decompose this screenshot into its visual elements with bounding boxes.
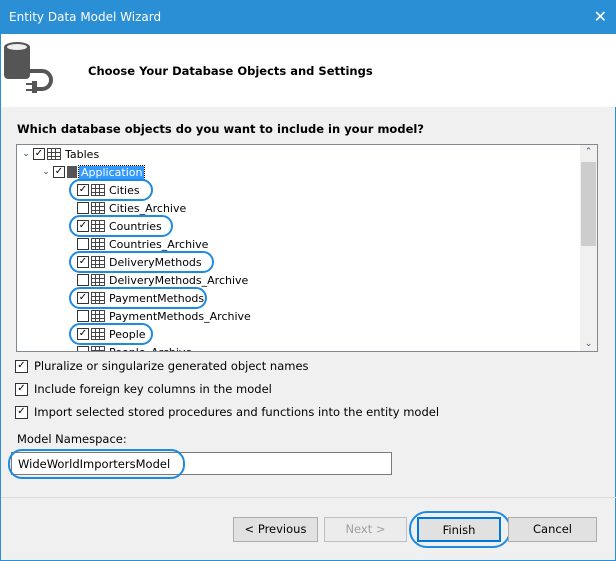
table-icon	[91, 292, 105, 304]
table-item[interactable]: People_Archive	[77, 343, 193, 352]
checkbox[interactable]	[77, 238, 89, 250]
table-icon	[91, 310, 105, 322]
checkbox[interactable]: ✓	[15, 405, 28, 419]
tree-node-application[interactable]: ⌄ ✓ Application	[39, 163, 146, 181]
table-item-label: Countries_Archive	[109, 237, 209, 251]
table-icon	[91, 274, 105, 286]
database-objects-tree[interactable]: ⌄ ✓ Tables ⌄ ✓ Application ✓ Cities Cities…	[16, 144, 598, 352]
tables-icon	[47, 148, 61, 160]
checkbox[interactable]: ✓	[15, 382, 28, 396]
table-item[interactable]: Countries_Archive	[77, 235, 208, 253]
table-item-label: Cities	[109, 183, 140, 197]
table-item[interactable]: DeliveryMethods_Archive	[77, 271, 248, 289]
table-icon	[91, 328, 105, 340]
checkbox[interactable]	[77, 274, 89, 286]
page-title: Choose Your Database Objects and Setting…	[88, 64, 373, 78]
table-item-label: DeliveryMethods_Archive	[109, 273, 249, 287]
table-icon	[91, 202, 105, 214]
checkbox[interactable]: ✓	[53, 166, 65, 178]
option-label: Import selected stored procedures and fu…	[34, 405, 440, 419]
checkbox[interactable]	[77, 202, 89, 214]
table-item-label: PaymentMethods	[109, 291, 205, 305]
table-item-label: Cities_Archive	[109, 201, 187, 215]
divider	[1, 497, 616, 498]
pluralize-option[interactable]: ✓ Pluralize or singularize generated obje…	[15, 359, 309, 373]
table-item[interactable]: ✓ People	[77, 325, 146, 343]
table-item[interactable]: ✓ Cities	[77, 181, 140, 199]
scroll-up-icon[interactable]: ⌃	[580, 147, 597, 157]
namespace-input[interactable]: WideWorldImportersModel	[11, 452, 392, 475]
table-item-label: PaymentMethods_Archive	[109, 309, 251, 323]
table-item[interactable]: ✓ Countries	[77, 217, 162, 235]
database-plug-icon	[4, 42, 53, 93]
vertical-scrollbar[interactable]: ⌃ ⌄	[580, 145, 597, 351]
scroll-down-icon[interactable]: ⌄	[580, 339, 597, 349]
cancel-button[interactable]: Cancel	[508, 517, 597, 542]
namespace-label: Model Namespace:	[17, 432, 127, 446]
tree-node-tables[interactable]: ⌄ ✓ Tables	[19, 145, 99, 163]
checkbox[interactable]: ✓	[77, 184, 89, 196]
table-icon	[91, 346, 105, 351]
objects-prompt: Which database objects do you want to in…	[17, 122, 424, 136]
table-item[interactable]: ✓ DeliveryMethods	[77, 253, 202, 271]
table-item-label: People_Archive	[109, 345, 193, 352]
chevron-down-icon[interactable]: ⌄	[19, 149, 33, 159]
scroll-thumb[interactable]	[581, 162, 596, 246]
table-icon	[91, 184, 105, 196]
checkbox[interactable]	[77, 346, 89, 351]
checkbox[interactable]: ✓	[77, 328, 89, 340]
import-procedures-option[interactable]: ✓ Import selected stored procedures and f…	[15, 405, 439, 419]
tree-node-label: Application	[77, 164, 146, 180]
table-item[interactable]: Cities_Archive	[77, 199, 186, 217]
table-icon	[91, 220, 105, 232]
checkbox[interactable]: ✓	[77, 220, 89, 232]
option-label: Pluralize or singularize generated objec…	[34, 359, 309, 373]
previous-button[interactable]: < Previous	[233, 517, 318, 542]
finish-button[interactable]: Finish	[417, 517, 501, 542]
table-icon	[91, 256, 105, 268]
table-icon	[91, 238, 105, 250]
title-bar: Entity Data Model Wizard ✕	[1, 1, 616, 34]
next-button[interactable]: Next >	[324, 517, 407, 542]
checkbox[interactable]: ✓	[77, 292, 89, 304]
wizard-header: Choose Your Database Objects and Setting…	[1, 34, 616, 107]
chevron-down-icon[interactable]: ⌄	[39, 167, 53, 177]
option-label: Include foreign key columns in the model	[34, 382, 272, 396]
table-item-label: Countries	[109, 219, 162, 233]
checkbox[interactable]: ✓	[33, 148, 45, 160]
foreign-keys-option[interactable]: ✓ Include foreign key columns in the mode…	[15, 382, 272, 396]
checkbox[interactable]: ✓	[15, 359, 28, 373]
close-icon[interactable]: ✕	[594, 7, 607, 26]
checkbox[interactable]: ✓	[77, 256, 89, 268]
schema-icon	[67, 166, 77, 178]
window-title: Entity Data Model Wizard	[9, 10, 162, 24]
table-item[interactable]: PaymentMethods_Archive	[77, 307, 251, 325]
tree-node-label: Tables	[65, 147, 100, 161]
table-item-label: People	[109, 327, 146, 341]
table-item[interactable]: ✓ PaymentMethods	[77, 289, 204, 307]
table-item-label: DeliveryMethods	[109, 255, 202, 269]
checkbox[interactable]	[77, 310, 89, 322]
